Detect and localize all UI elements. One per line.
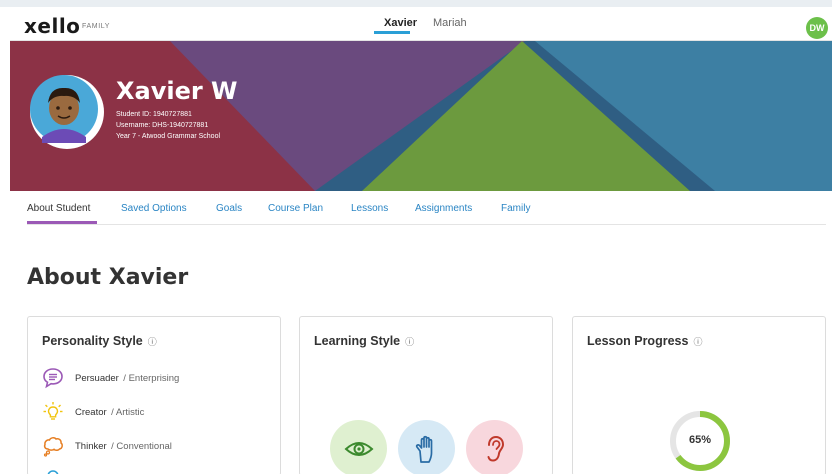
hand-icon [415, 435, 432, 463]
top-strip [0, 0, 832, 7]
profile-banner: Xavier W Student ID: 1940727881 Username… [10, 41, 832, 191]
student-avatar [30, 75, 104, 149]
page-title: About Xavier [27, 265, 189, 290]
gears-icon [47, 470, 59, 474]
tab-saved-options[interactable]: Saved Options [121, 203, 187, 214]
student-username: Username: DHS-1940727881 [116, 122, 209, 129]
learning-style-title: Learning Style ⓘ [314, 334, 414, 348]
tab-about-student[interactable]: About Student [27, 203, 90, 214]
tab-course-plan[interactable]: Course Plan [268, 203, 323, 214]
tabs-divider [27, 224, 826, 225]
personality-type: / Artistic [111, 406, 145, 418]
personality-item-creator[interactable]: Creator / Artistic [42, 402, 144, 422]
xello-logo[interactable]: xello [24, 14, 80, 38]
student-tab-mariah[interactable]: Mariah [433, 17, 467, 29]
thought-cloud-icon [43, 437, 63, 457]
user-avatar[interactable]: DW [806, 17, 828, 39]
personality-name: Creator [75, 406, 107, 418]
learning-style-heading: Learning Style [314, 334, 401, 348]
personality-item-partial [42, 465, 64, 474]
personality-name: Thinker [75, 440, 107, 452]
learning-style-card[interactable]: Learning Style ⓘ [299, 316, 553, 474]
lesson-progress-heading: Lesson Progress [587, 334, 689, 348]
progress-percent: 65% [688, 434, 712, 446]
personality-style-card[interactable]: Personality Style ⓘ Persuader / Enterpris… [27, 316, 281, 474]
personality-style-title: Personality Style ⓘ [42, 334, 157, 348]
tab-goals[interactable]: Goals [216, 203, 242, 214]
personality-type: / Enterprising [123, 372, 180, 384]
info-icon[interactable]: ⓘ [405, 335, 414, 348]
logo-family-label: FAMILY [82, 23, 110, 30]
personality-name: Persuader [75, 372, 119, 384]
top-bar: xello FAMILY Xavier Mariah DW [10, 7, 832, 41]
ear-icon [487, 435, 504, 462]
speech-bubble-icon [43, 368, 63, 389]
tab-family[interactable]: Family [501, 203, 530, 214]
tab-assignments[interactable]: Assignments [415, 203, 472, 214]
student-tab-indicator [374, 31, 410, 34]
personality-type: / Conventional [111, 440, 172, 452]
student-school: Year 7 - Atwood Grammar School [116, 133, 221, 140]
lightbulb-icon [43, 402, 63, 420]
info-icon[interactable]: ⓘ [693, 335, 702, 348]
personality-item-thinker[interactable]: Thinker / Conventional [42, 436, 172, 457]
student-avatar-icon [30, 75, 98, 143]
personality-item-persuader[interactable]: Persuader / Enterprising [42, 368, 180, 389]
student-tab-xavier[interactable]: Xavier [384, 17, 417, 29]
lesson-progress-title: Lesson Progress ⓘ [587, 334, 702, 348]
eye-icon [344, 441, 373, 456]
learning-style-auditory[interactable] [466, 420, 523, 474]
learning-style-visual[interactable] [330, 420, 387, 474]
student-name: Xavier W [116, 77, 238, 105]
learning-style-kinesthetic[interactable] [398, 420, 455, 474]
student-id: Student ID: 1940727881 [116, 111, 192, 118]
tab-lessons[interactable]: Lessons [351, 203, 388, 214]
personality-style-heading: Personality Style [42, 334, 143, 348]
lesson-progress-card[interactable]: Lesson Progress ⓘ 65% [572, 316, 826, 474]
info-icon[interactable]: ⓘ [148, 335, 157, 348]
